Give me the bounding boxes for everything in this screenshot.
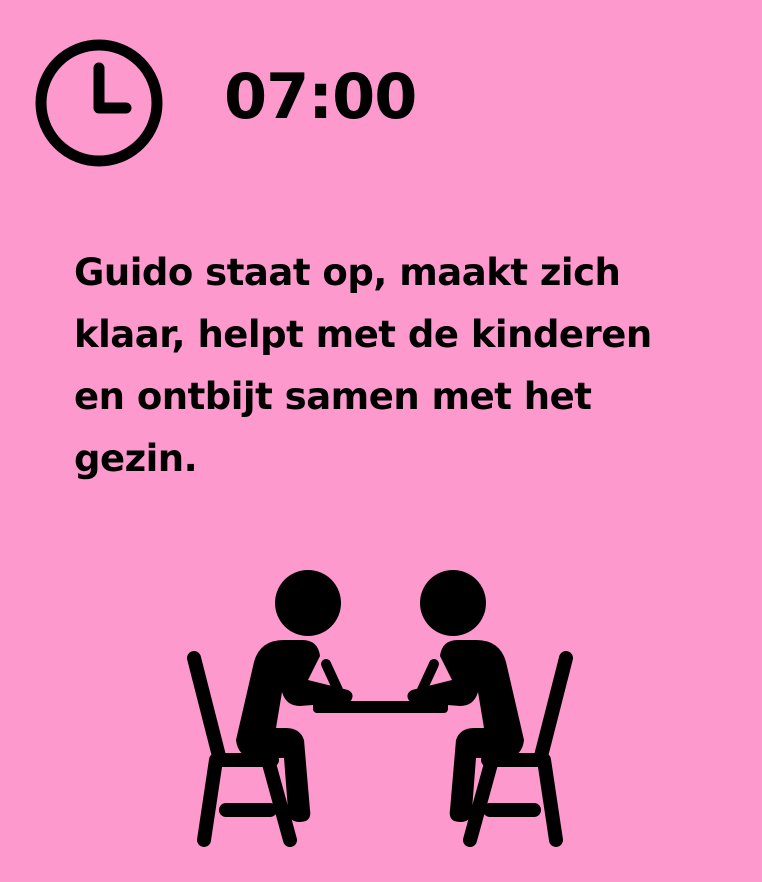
two-people-at-table-icon: [187, 570, 573, 847]
left-person-head: [275, 570, 341, 636]
description-line: gezin.: [74, 437, 198, 480]
time-label: 07:00: [224, 60, 417, 133]
right-person-body: [407, 640, 524, 822]
description-line: klaar, helpt met de kinderen: [74, 313, 652, 356]
clock-icon: [35, 39, 163, 167]
left-person-body: [236, 640, 353, 822]
description-line: en ontbijt samen met het: [74, 375, 592, 418]
activity-description: Guido staat op, maakt zich klaar, helpt …: [74, 242, 714, 490]
right-person-head: [420, 570, 486, 636]
description-line: Guido staat op, maakt zich: [74, 251, 621, 294]
